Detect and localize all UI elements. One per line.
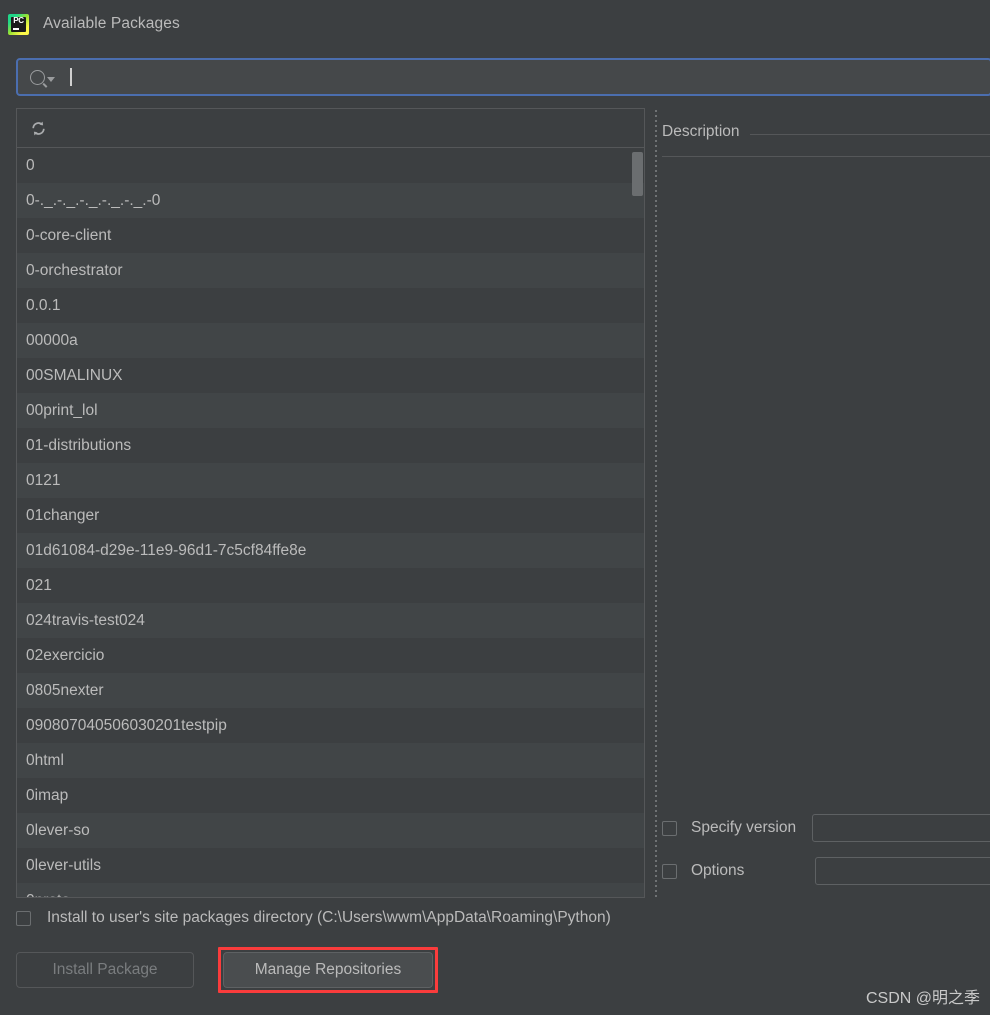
list-item[interactable]: 0805nexter xyxy=(17,673,644,708)
options-row: Options xyxy=(662,856,990,886)
options-label: Options xyxy=(691,862,745,879)
search-icon xyxy=(30,69,45,85)
search-input[interactable] xyxy=(16,58,990,96)
watermark: CSDN @明之季 xyxy=(865,990,980,1007)
specify-version-checkbox[interactable] xyxy=(662,820,677,836)
list-item[interactable]: 0-core-client xyxy=(17,218,644,253)
list-item[interactable]: 0-orchestrator xyxy=(17,253,644,288)
package-list-toolbar xyxy=(17,109,644,148)
specify-version-label: Specify version xyxy=(691,819,797,836)
scrollbar-thumb[interactable] xyxy=(632,152,643,196)
annotation-highlight: Manage Repositories xyxy=(218,947,438,993)
chevron-down-icon[interactable] xyxy=(47,76,55,82)
list-item[interactable]: 01-distributions xyxy=(17,428,644,463)
list-item[interactable]: 00SMALINUX xyxy=(17,358,644,393)
list-item[interactable]: 0lever-utils xyxy=(17,848,644,883)
package-list-panel: 0 0-._.-._.-._.-._.-._.-0 0-core-client 0-o… xyxy=(16,108,645,898)
main-split-area: 0 0-._.-._.-._.-._.-._.-0 0-core-client 0-o… xyxy=(16,108,990,898)
user-site-label: Install to user's site packages director… xyxy=(47,909,611,926)
list-item[interactable]: 0121 xyxy=(17,463,644,498)
page-title: Available Packages xyxy=(43,15,180,32)
list-item[interactable]: 01d61084-d29e-11e9-96d1-7c5cf84ffe8e xyxy=(17,533,644,568)
refresh-icon[interactable] xyxy=(30,120,47,137)
install-package-button[interactable]: Install Package xyxy=(16,952,194,988)
description-panel: Description xyxy=(662,108,990,798)
list-item[interactable]: 0html xyxy=(17,743,644,778)
list-item[interactable]: 0imap xyxy=(17,778,644,813)
package-list-scrollbar[interactable] xyxy=(632,148,643,896)
list-item[interactable]: 01changer xyxy=(17,498,644,533)
user-site-row: Install to user's site packages director… xyxy=(16,905,990,931)
search-row xyxy=(16,58,990,96)
description-title: Description xyxy=(662,123,750,141)
list-item[interactable]: 024travis-test024 xyxy=(17,603,644,638)
list-item[interactable]: 0 xyxy=(17,148,644,183)
options-checkbox[interactable] xyxy=(662,863,677,879)
pycharm-icon-label: PC xyxy=(13,15,24,25)
user-site-checkbox[interactable] xyxy=(16,910,31,926)
list-item[interactable]: 021 xyxy=(17,568,644,603)
description-header: Description xyxy=(662,108,990,156)
description-body xyxy=(662,156,990,798)
list-item[interactable]: 0lever-so xyxy=(17,813,644,848)
panel-splitter[interactable] xyxy=(653,108,660,898)
footer-button-row: Install Package Manage Repositories xyxy=(16,947,990,993)
window-titlebar: PC Available Packages xyxy=(0,0,990,48)
list-item[interactable]: 00print_lol xyxy=(17,393,644,428)
text-caret xyxy=(70,68,72,86)
options-input[interactable] xyxy=(815,857,990,885)
package-list[interactable]: 0 0-._.-._.-._.-._.-._.-0 0-core-client 0-o… xyxy=(17,148,644,897)
list-item[interactable]: 0.0.1 xyxy=(17,288,644,323)
install-options: Specify version Options xyxy=(662,800,990,898)
list-item[interactable]: 02exercicio xyxy=(17,638,644,673)
list-item[interactable]: 0proto xyxy=(17,883,644,897)
specify-version-row: Specify version xyxy=(662,813,990,843)
dialog-footer: Install to user's site packages director… xyxy=(16,905,990,993)
search-icon-group[interactable] xyxy=(30,69,55,85)
manage-repositories-button[interactable]: Manage Repositories xyxy=(223,952,433,988)
list-item[interactable]: 090807040506030201testpip xyxy=(17,708,644,743)
list-item[interactable]: 0-._.-._.-._.-._.-._.-0 xyxy=(17,183,644,218)
specify-version-input[interactable] xyxy=(812,814,990,842)
pycharm-icon: PC xyxy=(8,13,29,35)
list-item[interactable]: 00000a xyxy=(17,323,644,358)
